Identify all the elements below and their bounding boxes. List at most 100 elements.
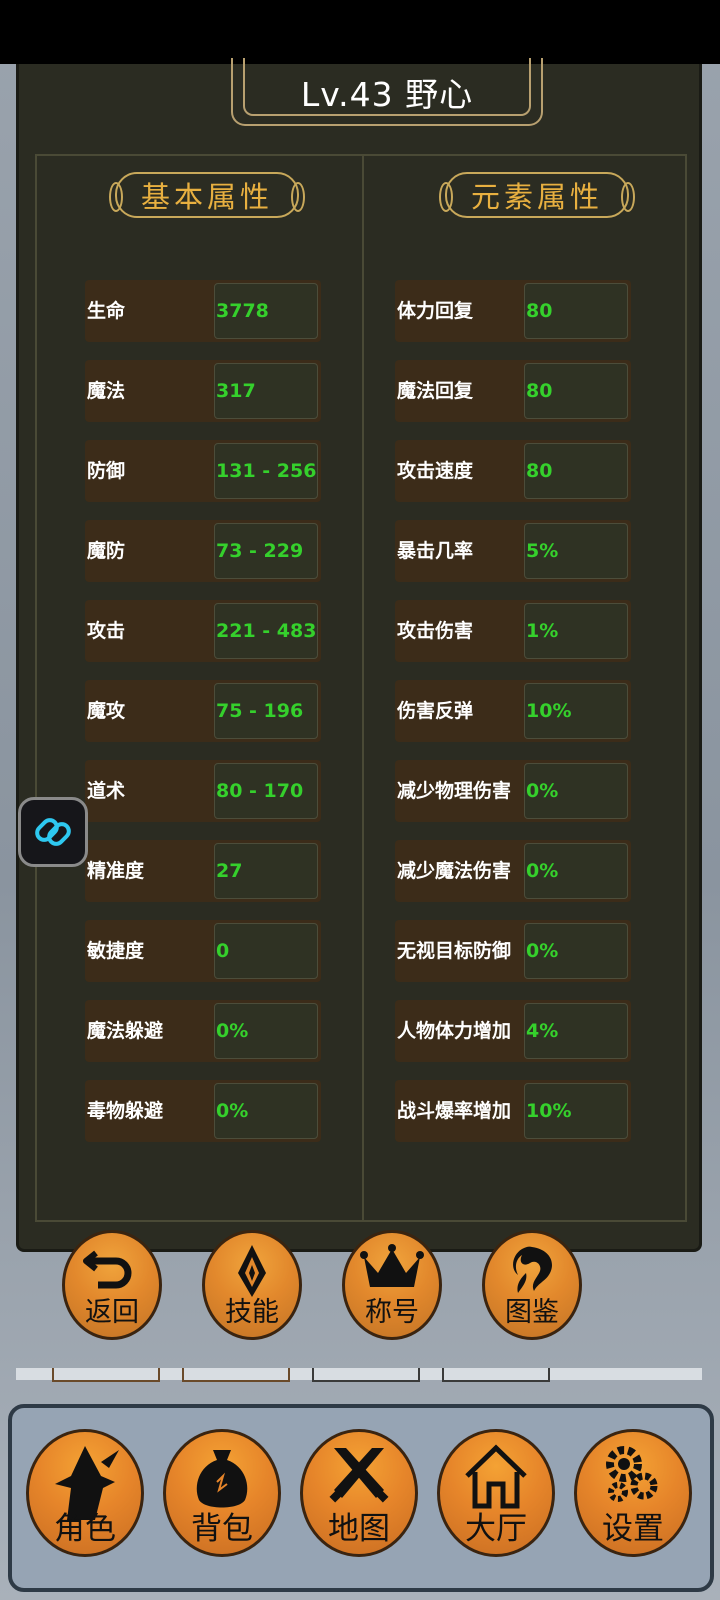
stat-value: 80 - 170: [216, 780, 304, 802]
gears-icon: [606, 1446, 658, 1502]
basic-stats-list: 生命 3778 魔法 317 防御 131 - 256 魔防 73 - 229 攻击 22…: [85, 280, 321, 1160]
stat-label: 魔法回复: [397, 380, 474, 402]
stat-row-agility: 敏捷度 0: [85, 920, 321, 982]
stat-value-box: [214, 923, 318, 979]
codex-button[interactable]: 图鉴: [482, 1230, 582, 1340]
stat-row-hp: 生命 3778: [85, 280, 321, 342]
stat-label: 战斗爆率增加: [397, 1100, 512, 1122]
stat-label: 防御: [87, 460, 126, 482]
title-plate: Lv.43 野心: [231, 58, 543, 126]
stat-value: 3778: [216, 300, 269, 322]
stat-label: 攻击速度: [397, 460, 474, 482]
stat-row-crit-chance: 暴击几率 5%: [395, 520, 631, 582]
floating-link-button[interactable]: [18, 797, 88, 867]
stat-row-defense: 防御 131 - 256: [85, 440, 321, 502]
back-button[interactable]: 返回: [62, 1230, 162, 1340]
stat-value: 80: [526, 460, 553, 482]
strip-slot: [442, 1368, 550, 1382]
nav-map-label: 地图: [328, 1511, 390, 1547]
back-label: 返回: [85, 1297, 139, 1328]
stat-label: 道术: [87, 780, 126, 802]
titles-label: 称号: [365, 1297, 419, 1328]
stat-value: 27: [216, 860, 243, 882]
crown-icon: [360, 1244, 424, 1287]
nav-bag-button[interactable]: 背包: [163, 1429, 281, 1557]
stat-value: 0%: [216, 1100, 249, 1122]
element-stats-list: 体力回复 80 魔法回复 80 攻击速度 80 暴击几率 5% 攻击伤害 1% 伤害反弹 1…: [395, 280, 631, 1160]
stat-value: 73 - 229: [216, 540, 304, 562]
status-bar: [0, 0, 720, 64]
stat-value: 1%: [526, 620, 559, 642]
stat-row-attack: 攻击 221 - 483: [85, 600, 321, 662]
stat-row-drop-rate-bonus: 战斗爆率增加 10%: [395, 1080, 631, 1142]
stat-row-ignore-defense: 无视目标防御 0%: [395, 920, 631, 982]
stat-label: 伤害反弹: [397, 700, 474, 722]
bottom-nav-bar: 角色 背包 地图 大厅 设置: [8, 1404, 714, 1592]
stat-value: 80: [526, 300, 553, 322]
house-icon: [465, 1444, 527, 1509]
stat-label: 魔法: [87, 380, 126, 402]
link-chain-icon: [35, 818, 71, 846]
stat-value: 317: [216, 380, 256, 402]
stat-value: 0: [216, 940, 230, 962]
nav-settings-label: 设置: [602, 1511, 664, 1547]
nav-hall-button[interactable]: 大厅: [437, 1429, 555, 1557]
stat-value: 0%: [526, 780, 559, 802]
strip-slot: [52, 1368, 160, 1382]
stat-row-stamina-bonus: 人物体力增加 4%: [395, 1000, 631, 1062]
stat-label: 体力回复: [397, 300, 474, 322]
stat-row-physical-reduction: 减少物理伤害 0%: [395, 760, 631, 822]
stat-row-mana-regen: 魔法回复 80: [395, 360, 631, 422]
stat-row-magic-reduction: 减少魔法伤害 0%: [395, 840, 631, 902]
stat-label: 魔防: [87, 540, 126, 562]
stat-row-stamina-regen: 体力回复 80: [395, 280, 631, 342]
stat-row-damage-reflect: 伤害反弹 10%: [395, 680, 631, 742]
character-level-title: Lv.43 野心: [300, 75, 474, 114]
stat-value: 221 - 483: [216, 620, 317, 642]
stat-value: 0%: [526, 860, 559, 882]
strip-slot: [182, 1368, 290, 1382]
stat-row-magic-attack: 魔攻 75 - 196: [85, 680, 321, 742]
codex-label: 图鉴: [505, 1297, 559, 1328]
stat-value: 5%: [526, 540, 559, 562]
stat-value: 80: [526, 380, 553, 402]
stat-label: 魔法躲避: [87, 1020, 164, 1042]
stat-row-magic-evasion: 魔法躲避 0%: [85, 1000, 321, 1062]
stat-value: 0%: [526, 940, 559, 962]
nav-map-button[interactable]: 地图: [300, 1429, 418, 1557]
skills-label: 技能: [225, 1297, 279, 1328]
stat-label: 减少物理伤害: [397, 780, 512, 802]
stat-label: 生命: [87, 300, 126, 322]
stat-label: 攻击: [87, 620, 126, 642]
titles-button[interactable]: 称号: [342, 1230, 442, 1340]
stat-label: 无视目标防御: [397, 940, 512, 962]
attributes-panel: Lv.43 野心 基本属性 元素属性 生命 3778 魔法 317 防御 131 - …: [16, 58, 702, 1252]
stat-value: 4%: [526, 1020, 559, 1042]
stat-row-poison-evasion: 毒物躲避 0%: [85, 1080, 321, 1142]
nav-settings-button[interactable]: 设置: [574, 1429, 692, 1557]
stat-label: 减少魔法伤害: [397, 860, 512, 882]
sack-icon: [196, 1450, 248, 1508]
stat-row-attack-damage: 攻击伤害 1%: [395, 600, 631, 662]
stat-row-taoism: 道术 80 - 170: [85, 760, 321, 822]
stat-row-accuracy: 精准度 27: [85, 840, 321, 902]
stat-label: 魔攻: [87, 700, 126, 722]
stat-value: 75 - 196: [216, 700, 304, 722]
stat-value: 10%: [526, 1100, 572, 1122]
stat-label: 攻击伤害: [397, 620, 474, 642]
nav-bag-label: 背包: [191, 1511, 253, 1547]
stat-label: 毒物躲避: [87, 1100, 164, 1122]
basic-attributes-heading: 基本属性: [109, 172, 305, 218]
stat-row-magic-defense: 魔防 73 - 229: [85, 520, 321, 582]
stat-label: 暴击几率: [397, 540, 474, 562]
nav-hall-label: 大厅: [465, 1511, 527, 1547]
stat-label: 敏捷度: [87, 940, 145, 962]
skills-button[interactable]: 技能: [202, 1230, 302, 1340]
stat-label: 精准度: [87, 860, 145, 882]
column-divider: [362, 154, 364, 1222]
nav-character-button[interactable]: 角色: [26, 1429, 144, 1557]
stat-value: 10%: [526, 700, 572, 722]
stat-value: 131 - 256: [216, 460, 317, 482]
stat-label: 人物体力增加: [397, 1020, 512, 1042]
element-attributes-heading: 元素属性: [439, 172, 635, 218]
